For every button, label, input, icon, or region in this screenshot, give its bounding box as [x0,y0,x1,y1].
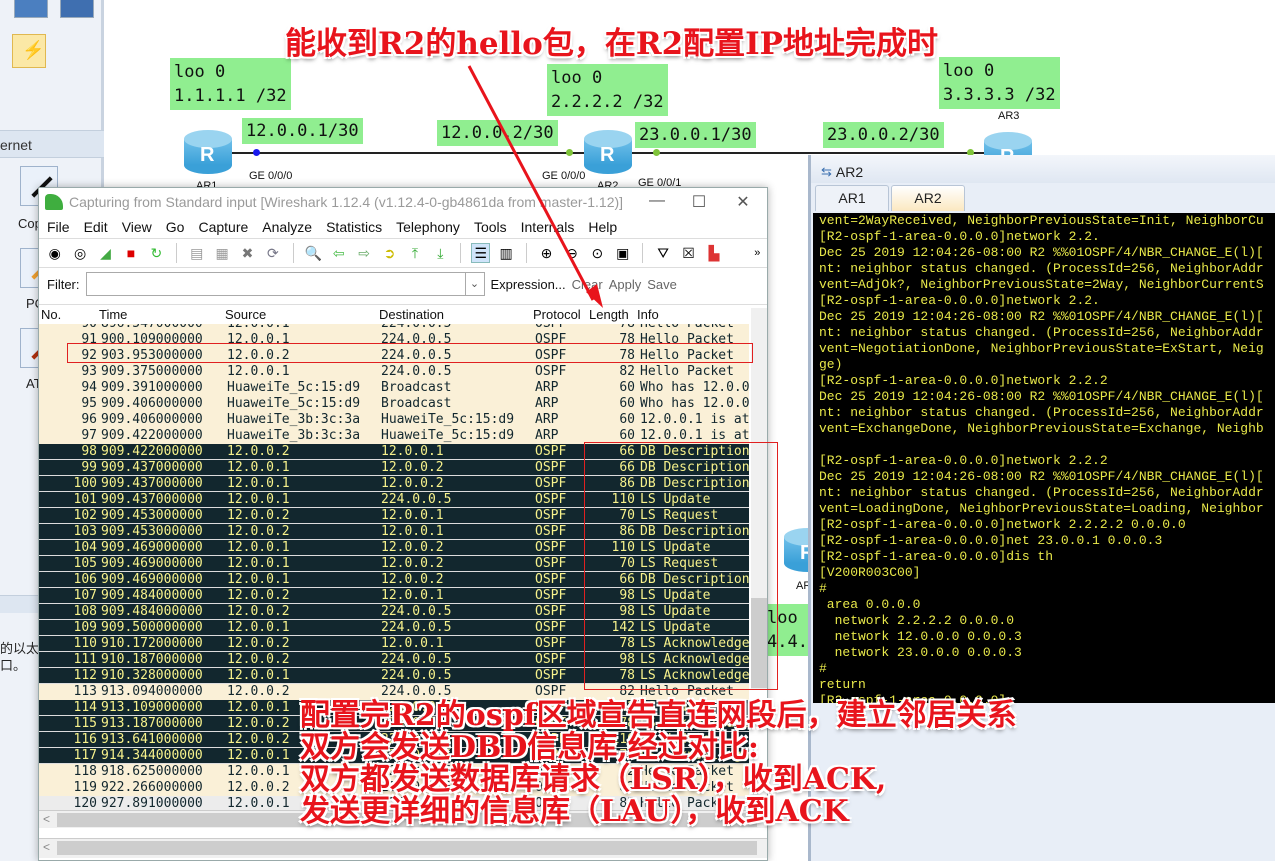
annotation-line: 双方会发送DBD信息库,经过对比: [300,730,759,765]
annotation-line: 双方都发送数据库请求（LSR），收到ACK, [300,762,887,797]
annotation-bottom: 配置完R2的ospf区域宣告直连网段后，建立邻居关系 双方会发送DBD信息库,经… [300,700,1017,828]
annotation-line: 发送更详细的信息库（LAU），收到ACK [300,794,849,829]
annotation-top: 能收到R2的hello包，在R2配置IP地址完成时 [285,26,938,62]
annotation-line: 配置完R2的ospf区域宣告直连网段后，建立邻居关系 [300,698,1017,733]
